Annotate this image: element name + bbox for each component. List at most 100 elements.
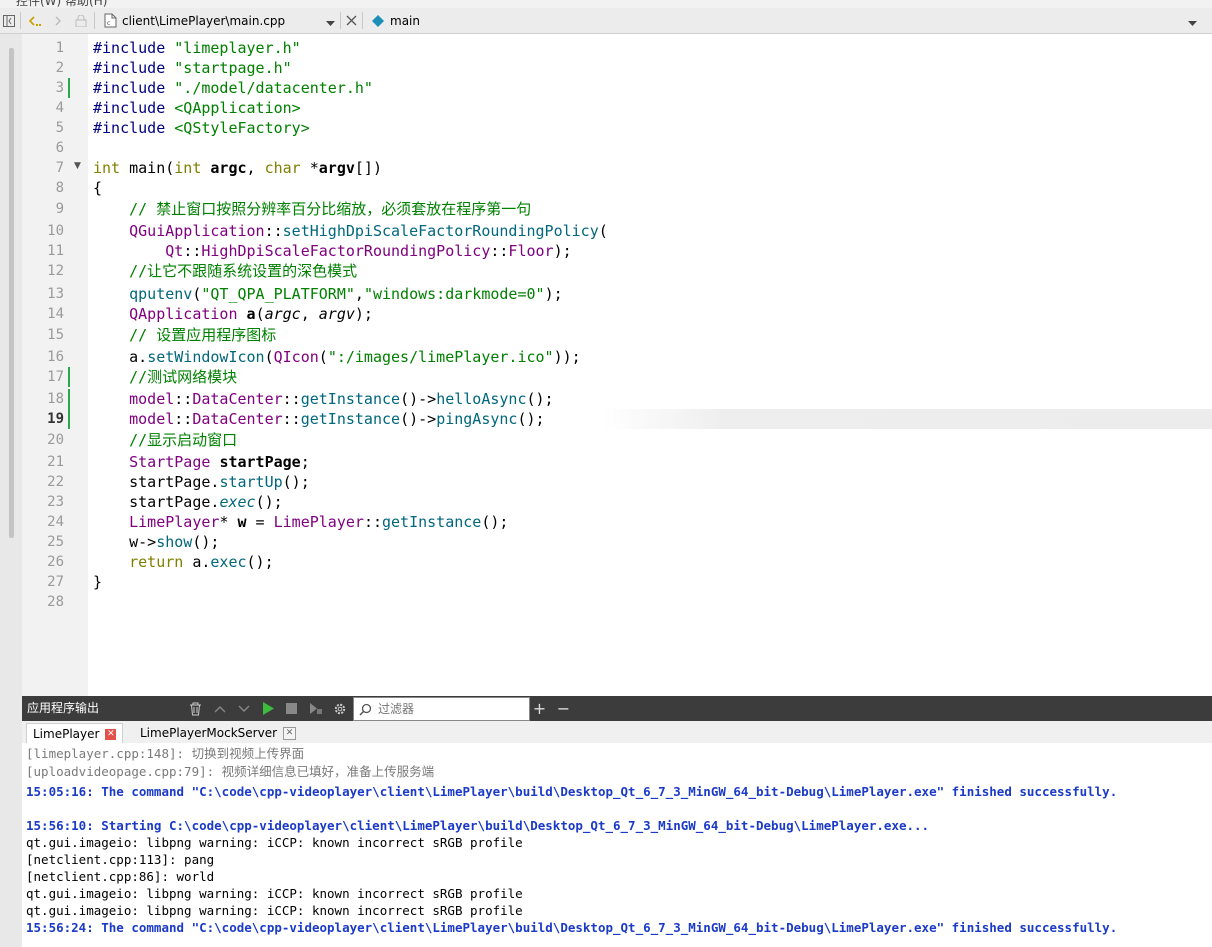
minus-icon[interactable]: −: [555, 699, 572, 718]
line-number: 10: [47, 223, 64, 239]
line-number: 3: [55, 80, 64, 96]
tab-limeplayermockserver[interactable]: LimePlayerMockServer ✕: [134, 723, 302, 743]
vertical-scrollbar[interactable]: [9, 48, 14, 538]
lock-icon[interactable]: [72, 12, 90, 29]
file-selector[interactable]: c client\LimePlayer\main.cpp: [98, 11, 338, 30]
output-line: [limeplayer.cpp:148]: 切换到视频上传界面: [26, 746, 305, 761]
code-line-1: #include "limeplayer.h": [93, 39, 301, 57]
line-number: 26: [47, 554, 64, 570]
dropdown-arrow-icon[interactable]: [1188, 16, 1197, 30]
tab-limeplayer[interactable]: LimePlayer ✕: [26, 723, 124, 744]
output-line: qt.gui.imageio: libpng warning: iCCP: kn…: [26, 835, 523, 850]
line-number: 11: [47, 243, 64, 259]
run-icon[interactable]: [259, 700, 276, 717]
stop-icon[interactable]: [283, 700, 300, 717]
output-line: [netclient.cpp:113]: pang: [26, 852, 215, 867]
line-number: 1: [55, 40, 64, 56]
modified-line-marker: [68, 367, 70, 387]
toggle-sidebar-icon[interactable]: [2, 12, 16, 29]
output-line: qt.gui.imageio: libpng warning: iCCP: kn…: [26, 903, 523, 918]
search-icon: [359, 703, 372, 716]
symbol-name: main: [390, 13, 420, 28]
tab-label: LimePlayerMockServer: [140, 726, 278, 740]
chevron-down-icon[interactable]: [235, 700, 252, 717]
modified-line-marker: [68, 78, 70, 98]
line-number: 17: [47, 369, 64, 385]
line-number-current: 19: [47, 411, 64, 427]
chevron-left-icon[interactable]: [26, 12, 44, 29]
function-icon: [372, 14, 384, 27]
code-line-15: // 设置应用程序图标: [93, 326, 277, 344]
modified-line-marker: [68, 389, 70, 409]
code-editor[interactable]: 1 2 3 4 5 6 7 8 9 10 11 12 13 14 15 16 1…: [22, 34, 1212, 696]
code-line-17: //测试网络模块: [93, 368, 238, 386]
line-number: 24: [47, 514, 64, 530]
line-number: 23: [47, 494, 64, 510]
code-line-22: startPage.startUp();: [129, 473, 310, 491]
code-line-27: }: [93, 573, 103, 591]
line-number: 13: [47, 286, 64, 302]
close-icon[interactable]: ✕: [105, 728, 117, 740]
editor-toolbar: c client\LimePlayer\main.cpp main: [0, 8, 1212, 34]
attach-debugger-icon[interactable]: [307, 700, 324, 717]
code-line-23: startPage.exec();: [129, 493, 283, 511]
close-icon[interactable]: ✕: [283, 726, 297, 740]
line-number: 15: [47, 327, 64, 343]
output-line: 15:56:24: The command "C:\code\cpp-video…: [26, 920, 1118, 935]
current-line-highlight: [602, 409, 1212, 429]
trash-icon[interactable]: [187, 700, 204, 717]
file-path: client\LimePlayer\main.cpp: [122, 13, 286, 28]
code-line-13: qputenv("QT_QPA_PLATFORM","windows:darkm…: [129, 285, 563, 303]
symbol-selector[interactable]: main: [368, 11, 1198, 30]
code-line-24: LimePlayer* w = LimePlayer::getInstance(…: [129, 513, 509, 531]
code-line-10: QGuiApplication::setHighDpiScaleFactorRo…: [129, 222, 608, 240]
line-number: 8: [55, 180, 64, 196]
output-line: qt.gui.imageio: libpng warning: iCCP: kn…: [26, 886, 523, 901]
output-line: [uploadvideopage.cpp:79]: 视频详细信息已填好，准备上传…: [26, 764, 435, 779]
line-number: 5: [55, 120, 64, 136]
filter-input[interactable]: [376, 701, 520, 717]
dropdown-arrow-icon[interactable]: [326, 16, 335, 30]
output-tab-bar: LimePlayer ✕ LimePlayerMockServer ✕: [22, 721, 1212, 744]
gear-icon[interactable]: [331, 700, 348, 717]
close-file-icon[interactable]: [344, 12, 358, 29]
line-number: 27: [47, 574, 64, 590]
line-number: 2: [55, 60, 64, 76]
code-line-19: model::DataCenter::getInstance()->pingAs…: [129, 410, 545, 428]
line-number: 28: [47, 594, 64, 610]
code-line-2: #include "startpage.h": [93, 59, 292, 77]
code-line-9: // 禁止窗口按照分辨率百分比缩放，必须套放在程序第一句: [93, 200, 532, 218]
code-line-25: w->show();: [129, 533, 220, 551]
output-line: [netclient.cpp:86]: world: [26, 869, 215, 884]
tab-label: LimePlayer: [33, 727, 100, 741]
chevron-up-icon[interactable]: [211, 700, 228, 717]
plus-icon[interactable]: +: [531, 699, 548, 718]
modified-line-marker: [68, 409, 70, 429]
code-line-14: QApplication a(argc, argv);: [129, 305, 373, 323]
line-number: 22: [47, 474, 64, 490]
code-line-3: #include "./model/datacenter.h": [93, 79, 373, 97]
svg-text:c: c: [107, 20, 110, 27]
fold-arrow-icon[interactable]: ▼: [74, 161, 81, 171]
menu-items[interactable]: 控件(W) 帮助(H): [16, 0, 107, 8]
application-output[interactable]: [limeplayer.cpp:148]: 切换到视频上传界面 [uploadv…: [22, 743, 1212, 947]
file-icon: c: [104, 13, 117, 31]
line-number: 4: [55, 100, 64, 116]
code-line-26: return a.exec();: [129, 553, 274, 571]
chevron-right-icon[interactable]: [50, 12, 68, 29]
line-number: 6: [55, 140, 64, 156]
code-line-5: #include <QStyleFactory>: [93, 119, 310, 137]
line-number: 12: [47, 263, 64, 279]
line-number: 16: [47, 349, 64, 365]
code-line-8: {: [93, 179, 103, 197]
code-line-7: int main(int argc, char *argv[]): [93, 159, 382, 177]
code-line-12: //让它不跟随系统设置的深色模式: [93, 262, 358, 280]
code-line-21: StartPage startPage;: [129, 453, 310, 471]
line-number: 25: [47, 534, 64, 550]
line-number: 18: [47, 391, 64, 407]
line-number: 20: [47, 432, 64, 448]
line-number: 21: [47, 454, 64, 470]
output-panel-title: 应用程序输出: [27, 701, 100, 715]
output-line: 15:56:10: Starting C:\code\cpp-videoplay…: [26, 818, 930, 833]
filter-box[interactable]: [353, 697, 530, 721]
